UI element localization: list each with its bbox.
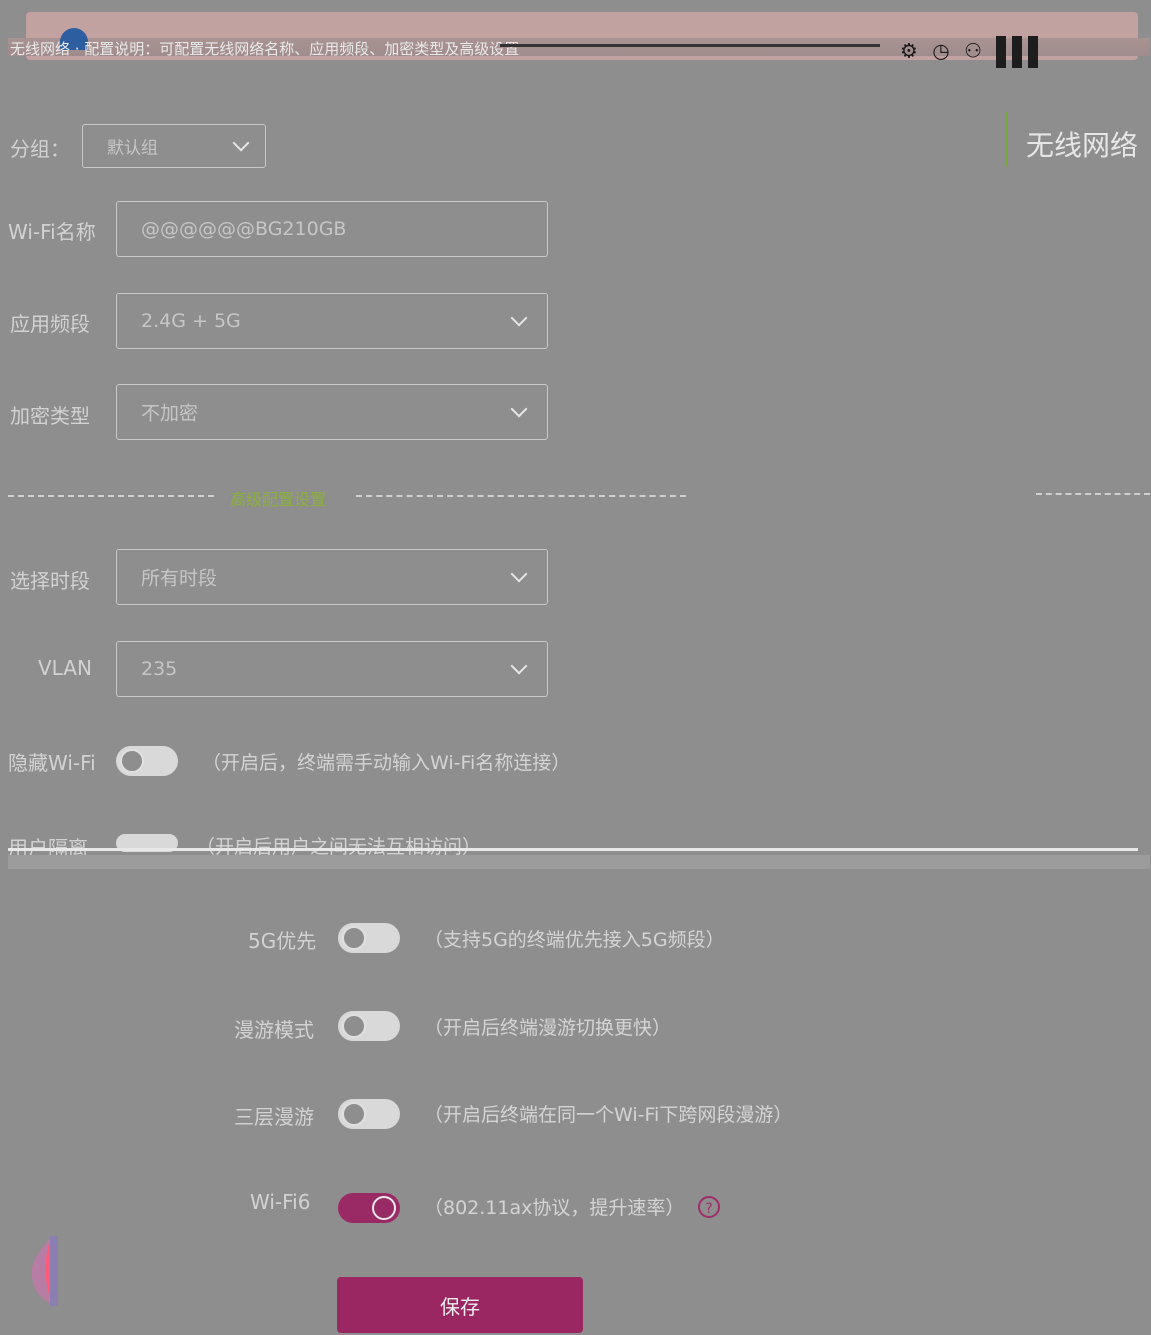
overlay-band bbox=[8, 855, 1150, 869]
banner-text: 无线网络 · 配置说明：可配置无线网络名称、应用频段、加密类型及高级设置 bbox=[10, 40, 520, 58]
group-label: 分组： bbox=[10, 137, 70, 161]
roaming-toggle[interactable] bbox=[338, 1011, 400, 1041]
layer3-roaming-hint: （开启后终端在同一个Wi-Fi下跨网段漫游） bbox=[424, 1104, 793, 1126]
banner-icons[interactable]: ⚙ ◷ ⚇ bbox=[900, 36, 1044, 68]
toggle-knob bbox=[120, 749, 144, 773]
banner-divider bbox=[500, 44, 880, 47]
roaming-label: 漫游模式 bbox=[234, 1018, 314, 1042]
time-select[interactable]: 所有时段 bbox=[116, 549, 548, 605]
overlay-divider bbox=[8, 848, 1138, 851]
chevron-down-icon bbox=[510, 657, 528, 675]
band-steering-label: 5G优先 bbox=[248, 929, 317, 953]
page-title: 无线网络 bbox=[1026, 129, 1139, 162]
wifi-name-input[interactable]: @@@@@@BG210GB bbox=[116, 201, 548, 257]
vlan-label: VLAN bbox=[38, 656, 92, 680]
band-steering-hint: （支持5G的终端优先接入5G频段） bbox=[424, 929, 725, 951]
status-bars-icon bbox=[996, 36, 1044, 68]
wifi-name-value: @@@@@@BG210GB bbox=[141, 218, 347, 240]
group-select[interactable]: 默认组 bbox=[82, 124, 266, 168]
wifi6-hint: （802.11ax协议，提升速率） bbox=[424, 1197, 685, 1219]
title-accent-bar bbox=[1005, 112, 1008, 166]
hide-wifi-label: 隐藏Wi-Fi bbox=[8, 751, 96, 775]
chevron-down-icon bbox=[510, 565, 528, 583]
help-icon[interactable]: ? bbox=[698, 1196, 720, 1218]
encryption-label: 加密类型 bbox=[10, 404, 90, 428]
wifi6-label: Wi-Fi6 bbox=[250, 1190, 311, 1214]
encryption-value: 不加密 bbox=[141, 402, 199, 425]
advanced-section-title: 高级配置设置 bbox=[230, 490, 327, 509]
band-label: 应用频段 bbox=[10, 312, 90, 336]
group-value: 默认组 bbox=[107, 138, 158, 159]
chevron-down-icon bbox=[232, 134, 250, 152]
settings-icon[interactable]: ⚙ ◷ ⚇ bbox=[900, 39, 986, 63]
hide-wifi-toggle[interactable] bbox=[116, 746, 178, 776]
time-value: 所有时段 bbox=[141, 567, 218, 590]
wifi6-toggle[interactable] bbox=[338, 1193, 400, 1223]
encryption-select[interactable]: 不加密 bbox=[116, 384, 548, 440]
hide-wifi-hint: （开启后，终端需手动输入Wi-Fi名称连接） bbox=[202, 752, 571, 774]
speaker-icon[interactable] bbox=[22, 1232, 62, 1314]
chevron-down-icon bbox=[510, 400, 528, 418]
band-value: 2.4G + 5G bbox=[141, 310, 241, 332]
divider-left bbox=[8, 495, 214, 497]
wifi-name-label: Wi-Fi名称 bbox=[8, 220, 96, 244]
divider-right bbox=[356, 495, 686, 497]
divider-far-right bbox=[1036, 493, 1150, 495]
layer3-roaming-toggle[interactable] bbox=[338, 1099, 400, 1129]
toggle-knob bbox=[372, 1196, 396, 1220]
band-steering-toggle[interactable] bbox=[338, 923, 400, 953]
chevron-down-icon bbox=[510, 309, 528, 327]
roaming-hint: （开启后终端漫游切换更快） bbox=[424, 1017, 672, 1039]
vlan-value: 235 bbox=[141, 658, 178, 680]
vlan-select[interactable]: 235 bbox=[116, 641, 548, 697]
toggle-knob bbox=[342, 1102, 366, 1126]
save-button[interactable]: 保存 bbox=[337, 1277, 583, 1333]
time-label: 选择时段 bbox=[10, 569, 90, 593]
toggle-knob bbox=[342, 1014, 366, 1038]
band-select[interactable]: 2.4G + 5G bbox=[116, 293, 548, 349]
layer3-roaming-label: 三层漫游 bbox=[234, 1105, 314, 1129]
toggle-knob bbox=[342, 926, 366, 950]
